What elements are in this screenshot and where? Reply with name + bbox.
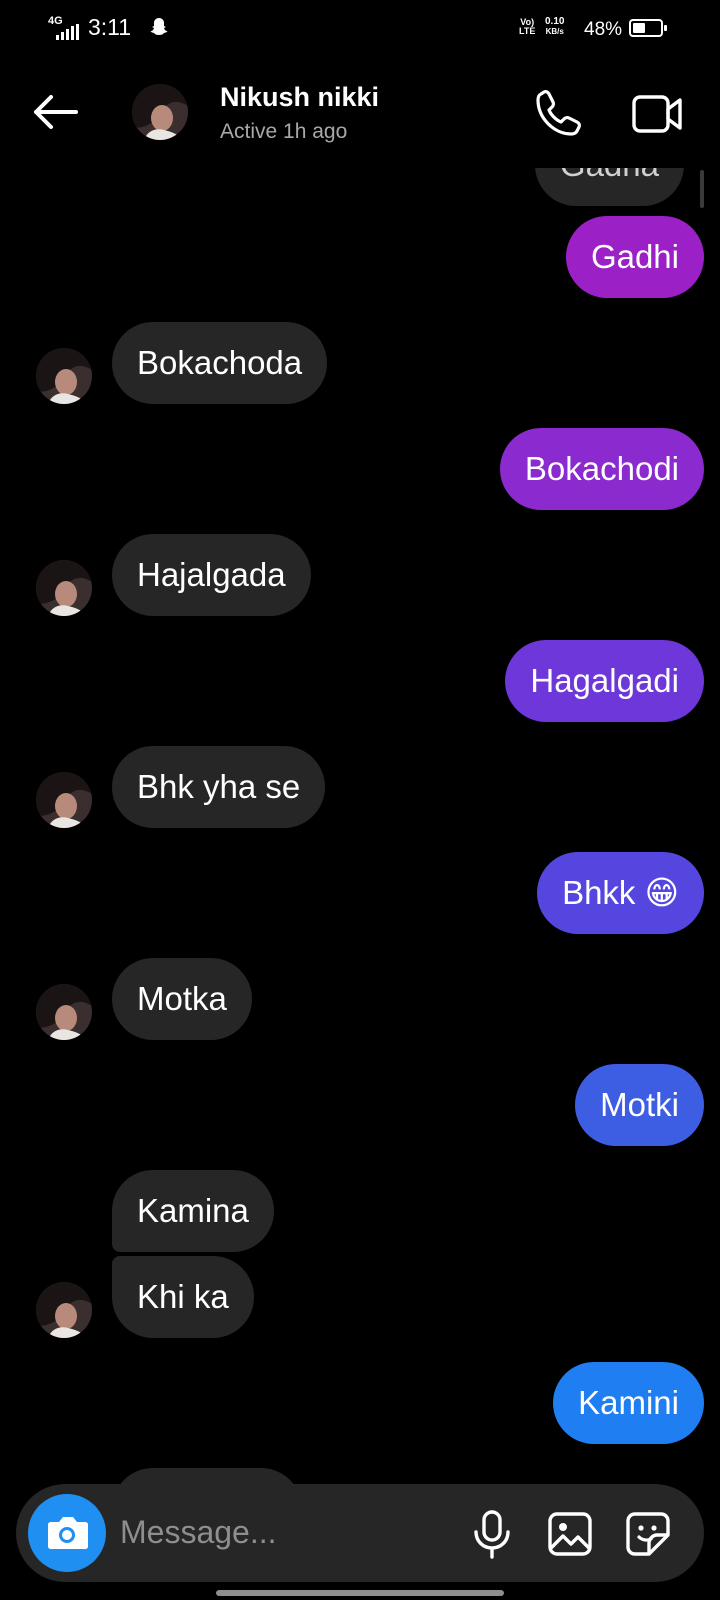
message-bubble-outgoing[interactable]: Bokachodi — [499, 428, 704, 510]
sender-avatar[interactable] — [36, 1282, 92, 1338]
message-bubble-incoming[interactable]: Bokachoda — [112, 322, 328, 404]
message-input[interactable] — [120, 1502, 440, 1562]
voice-call-button[interactable] — [528, 84, 588, 144]
sticker-icon — [626, 1512, 670, 1556]
contact-name[interactable]: Nikush nikki — [220, 82, 379, 113]
message-bubble-incoming[interactable]: Khi ka — [112, 1256, 254, 1338]
gallery-button[interactable] — [542, 1506, 598, 1562]
message-bubble-outgoing[interactable]: Motki — [575, 1064, 704, 1146]
chat-header: Nikush nikki Active 1h ago — [0, 58, 720, 168]
image-icon — [548, 1512, 592, 1556]
message-thread[interactable]: Gadha Gadhi Bokachoda Bokachodi Hajalgad… — [0, 0, 720, 1600]
microphone-icon — [474, 1510, 510, 1559]
back-button[interactable] — [26, 82, 86, 142]
message-bubble-incoming[interactable]: Hajalgada — [112, 534, 311, 616]
contact-avatar[interactable] — [132, 84, 188, 140]
arrow-left-icon — [34, 95, 78, 129]
contact-status: Active 1h ago — [220, 120, 348, 143]
message-bubble-incoming[interactable]: Motka — [112, 958, 252, 1040]
microphone-button[interactable] — [464, 1506, 520, 1562]
message-bubble-incoming[interactable]: Kamina — [112, 1170, 274, 1252]
message-bubble-outgoing[interactable]: Hagalgadi — [505, 640, 704, 722]
scroll-indicator — [700, 170, 704, 208]
home-indicator[interactable] — [216, 1590, 504, 1596]
camera-icon — [48, 1517, 88, 1549]
phone-icon — [536, 90, 581, 136]
video-camera-icon — [632, 95, 682, 133]
sender-avatar[interactable] — [36, 984, 92, 1040]
message-bubble-outgoing[interactable]: Kamini — [553, 1362, 704, 1444]
camera-button[interactable] — [28, 1494, 106, 1572]
sender-avatar[interactable] — [36, 560, 92, 616]
message-bubble-incoming[interactable]: Bhk yha se — [112, 746, 326, 828]
video-call-button[interactable] — [628, 84, 688, 144]
message-bubble-outgoing[interactable]: Bhkk 😁 — [537, 852, 704, 934]
sender-avatar[interactable] — [36, 772, 92, 828]
message-composer — [16, 1484, 704, 1582]
sticker-button[interactable] — [620, 1506, 676, 1562]
message-bubble-outgoing[interactable]: Gadhi — [565, 216, 704, 298]
sender-avatar[interactable] — [36, 348, 92, 404]
